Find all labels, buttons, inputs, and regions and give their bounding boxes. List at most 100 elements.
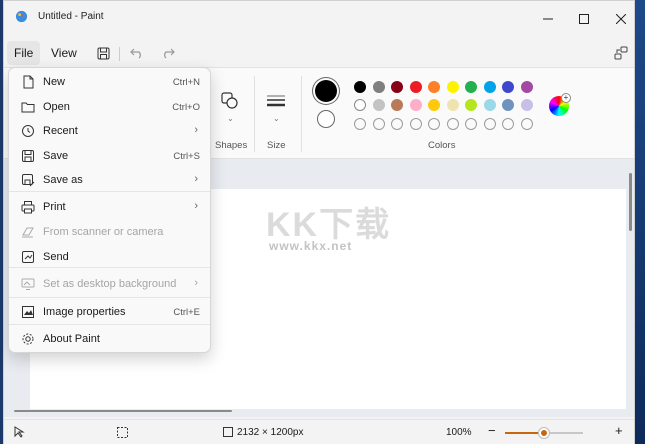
toolbar-divider bbox=[119, 47, 120, 61]
plus-icon: + bbox=[561, 93, 571, 103]
primary-color[interactable] bbox=[315, 80, 337, 102]
menu-item-shortcut: Ctrl+N bbox=[172, 77, 200, 88]
share-icon bbox=[614, 46, 628, 60]
maximize-button[interactable] bbox=[574, 9, 594, 29]
minimize-icon bbox=[543, 18, 553, 20]
custom-color-slot[interactable] bbox=[409, 118, 422, 130]
share-button[interactable] bbox=[612, 44, 630, 62]
chevron-right-icon: › bbox=[194, 173, 198, 185]
desktop-icon bbox=[21, 278, 35, 290]
status-bar: 2132 × 1200px 100% − + bbox=[4, 419, 634, 444]
menu-item-about-paint[interactable]: About Paint bbox=[13, 327, 208, 351]
secondary-color[interactable] bbox=[317, 110, 335, 128]
color-swatch[interactable] bbox=[465, 81, 477, 93]
color-swatch[interactable] bbox=[502, 81, 514, 93]
custom-color-slot[interactable] bbox=[502, 118, 514, 130]
save-icon bbox=[97, 47, 109, 59]
color-swatch[interactable] bbox=[409, 99, 422, 111]
custom-color-slot[interactable] bbox=[465, 118, 477, 130]
desktop-background bbox=[635, 0, 645, 444]
ribbon-divider bbox=[254, 76, 255, 152]
menu-item-print[interactable]: Print › bbox=[13, 195, 208, 219]
file-menu-button[interactable]: File bbox=[7, 41, 41, 65]
horizontal-scrollbar[interactable] bbox=[14, 410, 232, 412]
close-button[interactable] bbox=[611, 9, 631, 29]
menu-item-image-properties[interactable]: Image properties Ctrl+E bbox=[13, 300, 208, 324]
color-swatch[interactable] bbox=[520, 99, 533, 111]
size-chevron-down-icon[interactable]: ⌄ bbox=[273, 114, 280, 123]
save-icon bbox=[22, 150, 34, 162]
image-properties-icon bbox=[22, 306, 34, 318]
color-swatch[interactable] bbox=[354, 81, 366, 93]
save-as-icon bbox=[22, 174, 35, 187]
window-title: Untitled - Paint bbox=[38, 11, 104, 22]
color-swatch[interactable] bbox=[428, 99, 440, 111]
custom-color-slot[interactable] bbox=[391, 118, 403, 130]
minimize-button[interactable] bbox=[538, 9, 558, 29]
zoom-in-button[interactable]: + bbox=[615, 423, 623, 438]
colors-label: Colors bbox=[428, 140, 456, 151]
menu-item-save[interactable]: Save Ctrl+S bbox=[13, 144, 208, 168]
menu-item-open[interactable]: Open Ctrl+O bbox=[13, 95, 208, 119]
folder-icon bbox=[21, 102, 35, 113]
menu-item-set-as-desktop-background: Set as desktop background › bbox=[13, 272, 208, 296]
custom-color-slot[interactable] bbox=[354, 118, 366, 130]
custom-color-slot[interactable] bbox=[520, 118, 533, 130]
menu-item-shortcut: Ctrl+O bbox=[172, 102, 200, 113]
color-swatch[interactable] bbox=[391, 81, 403, 93]
close-icon bbox=[616, 14, 626, 24]
menu-item-save-as[interactable]: Save as › bbox=[13, 168, 208, 192]
custom-color-slot[interactable] bbox=[446, 118, 459, 130]
color-swatch[interactable] bbox=[465, 99, 477, 111]
menu-item-recent[interactable]: Recent › bbox=[13, 119, 208, 143]
color-swatch[interactable] bbox=[446, 81, 459, 93]
zoom-out-button[interactable]: − bbox=[488, 423, 496, 438]
color-swatch[interactable] bbox=[428, 81, 440, 93]
cursor-position-icon bbox=[14, 426, 25, 438]
color-swatch[interactable] bbox=[372, 81, 385, 93]
color-swatch[interactable] bbox=[483, 99, 496, 111]
shapes-chevron-down-icon[interactable]: ⌄ bbox=[227, 114, 234, 123]
color-swatch[interactable] bbox=[391, 99, 403, 111]
custom-color-slot[interactable] bbox=[428, 118, 440, 130]
color-swatch[interactable] bbox=[354, 99, 366, 111]
paint-app-icon bbox=[15, 10, 28, 23]
menu-item-label: New bbox=[43, 76, 66, 88]
color-swatch[interactable] bbox=[502, 99, 514, 111]
redo-button[interactable] bbox=[159, 44, 177, 62]
color-swatch[interactable] bbox=[520, 81, 533, 93]
zoom-slider-thumb[interactable] bbox=[539, 428, 549, 438]
menu-item-shortcut: Ctrl+E bbox=[173, 307, 200, 318]
vertical-scrollbar[interactable] bbox=[629, 173, 632, 231]
zoom-slider[interactable] bbox=[505, 428, 583, 438]
menu-item-new[interactable]: New Ctrl+N bbox=[13, 70, 208, 94]
menu-item-label: Set as desktop background bbox=[43, 278, 177, 290]
shapes-label: Shapes bbox=[215, 140, 248, 151]
scanner-icon bbox=[22, 227, 34, 238]
menu-item-shortcut: Ctrl+S bbox=[173, 151, 200, 162]
chevron-right-icon: › bbox=[194, 124, 198, 136]
gear-icon bbox=[22, 333, 34, 345]
shapes-icon[interactable] bbox=[221, 92, 239, 110]
menu-item-label: From scanner or camera bbox=[43, 226, 164, 238]
menu-item-label: Send bbox=[43, 251, 69, 263]
maximize-icon bbox=[579, 14, 589, 24]
quick-save-button[interactable] bbox=[94, 44, 112, 62]
menu-item-label: Save bbox=[43, 150, 69, 162]
file-menu-dropdown: New Ctrl+N Open Ctrl+O Recent › Save Ctrl+S Save… bbox=[8, 67, 211, 353]
custom-color-slot[interactable] bbox=[372, 118, 385, 130]
zoom-level[interactable]: 100% bbox=[446, 427, 472, 438]
menu-item-label: Recent bbox=[43, 125, 78, 137]
menu-item-send[interactable]: Send bbox=[13, 245, 208, 269]
size-icon[interactable] bbox=[266, 92, 286, 110]
color-swatch[interactable] bbox=[372, 99, 385, 111]
canvas-dimensions: 2132 × 1200px bbox=[237, 427, 304, 438]
color-swatch[interactable] bbox=[446, 99, 459, 111]
color-swatch[interactable] bbox=[483, 81, 496, 93]
color-swatch[interactable] bbox=[409, 81, 422, 93]
custom-color-slot[interactable] bbox=[483, 118, 496, 130]
watermark-url: www.kkx.net bbox=[269, 239, 353, 253]
undo-button[interactable] bbox=[128, 44, 146, 62]
view-menu-button[interactable]: View bbox=[44, 41, 84, 65]
canvas-size-icon bbox=[223, 427, 233, 437]
